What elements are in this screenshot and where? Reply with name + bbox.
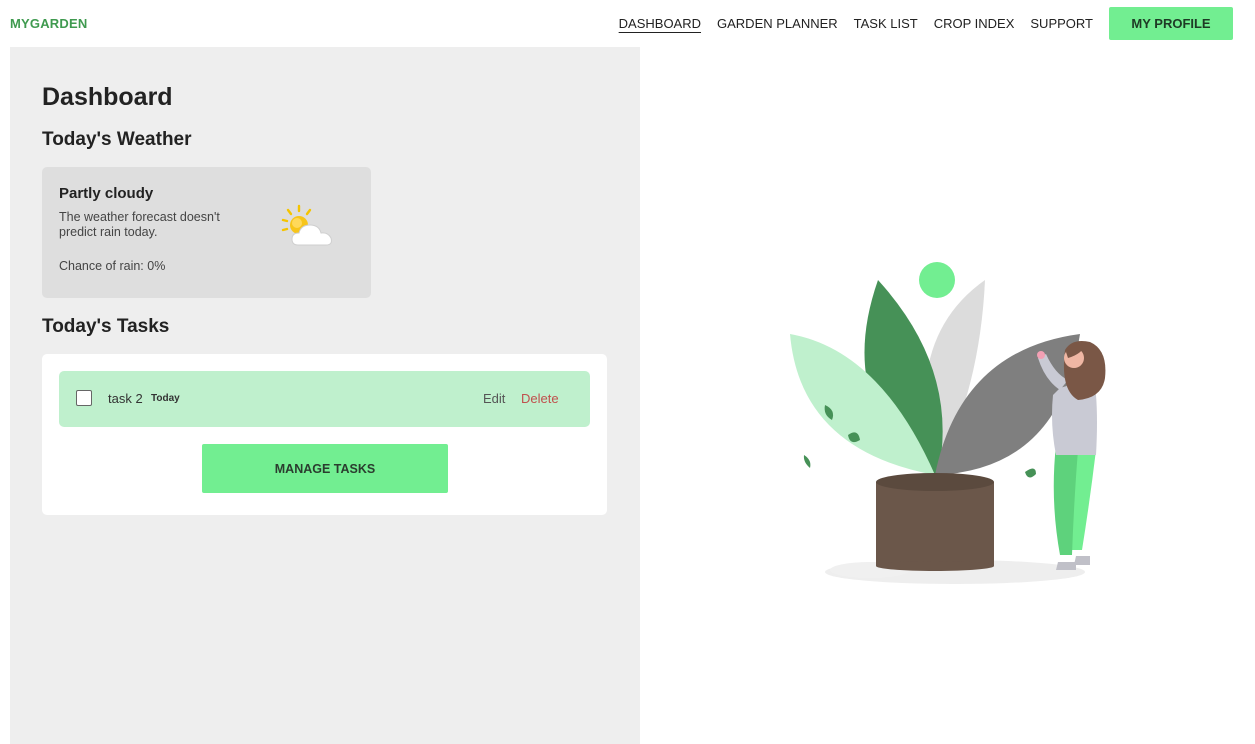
task-row: task 2 Today Edit Delete xyxy=(59,371,590,427)
weather-heading: Today's Weather xyxy=(42,129,192,150)
task-due-badge: Today xyxy=(151,393,180,404)
nav-links: DASHBOARD GARDEN PLANNER TASK LIST CROP … xyxy=(603,0,1255,47)
nav-dashboard[interactable]: DASHBOARD xyxy=(619,16,701,31)
nav-garden-planner[interactable]: GARDEN PLANNER xyxy=(717,16,838,31)
nav-support[interactable]: SUPPORT xyxy=(1030,16,1093,31)
task-edit-link[interactable]: Edit xyxy=(483,391,505,406)
nav-task-list[interactable]: TASK LIST xyxy=(854,16,918,31)
task-delete-link[interactable]: Delete xyxy=(521,391,559,406)
gardener-figure xyxy=(1037,341,1106,570)
weather-card: Partly cloudy The weather forecast doesn… xyxy=(42,167,371,298)
task-checkbox[interactable] xyxy=(76,390,92,406)
gardener-plant-illustration xyxy=(790,262,1106,584)
partly-cloudy-icon xyxy=(281,204,332,246)
weather-description: The weather forecast doesn't predict rai… xyxy=(59,210,220,239)
task-name: task 2 xyxy=(108,391,143,406)
my-profile-button[interactable]: MY PROFILE xyxy=(1109,7,1233,40)
top-nav: MYGARDEN DASHBOARD GARDEN PLANNER TASK L… xyxy=(0,0,1255,47)
tasks-heading: Today's Tasks xyxy=(42,316,170,337)
dashboard-panel: Dashboard Today's Weather Partly cloudy … xyxy=(10,47,640,744)
plant-pot xyxy=(876,482,994,566)
weather-condition: Partly cloudy xyxy=(59,185,154,202)
page-title: Dashboard xyxy=(42,83,173,111)
app-logo[interactable]: MYGARDEN xyxy=(10,16,87,31)
rain-chance: Chance of rain: 0% xyxy=(59,259,166,273)
manage-tasks-button[interactable]: MANAGE TASKS xyxy=(202,444,448,493)
green-sun-dot xyxy=(919,262,955,298)
tasks-card: task 2 Today Edit Delete MANAGE TASKS xyxy=(42,354,607,515)
nav-crop-index[interactable]: CROP INDEX xyxy=(934,16,1015,31)
